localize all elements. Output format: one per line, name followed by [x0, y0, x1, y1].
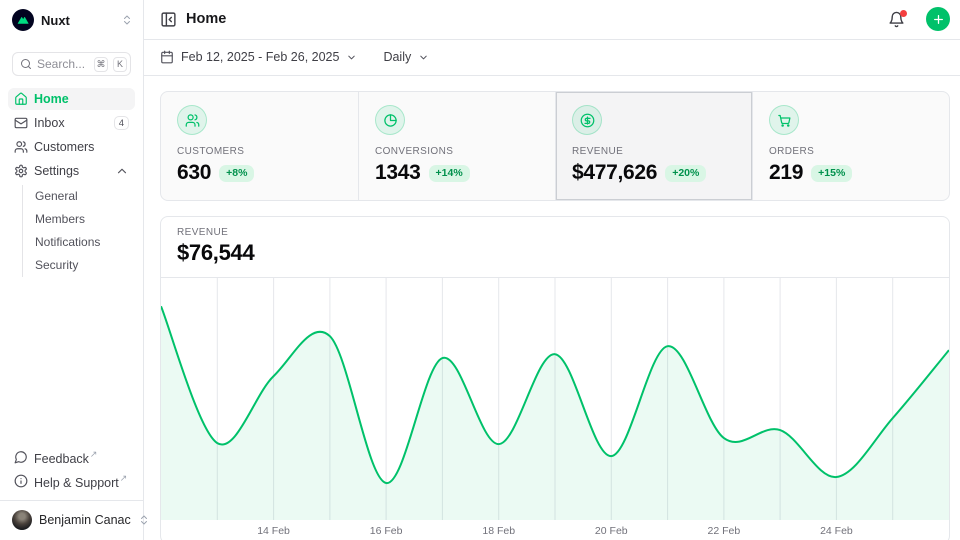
x-tick-label: 14 Feb: [257, 525, 290, 537]
feedback-link[interactable]: Feedback↗: [8, 446, 135, 468]
stat-label: ORDERS: [769, 146, 933, 157]
revenue-area-chart: [161, 278, 949, 520]
chevron-down-icon: [346, 52, 357, 63]
sidebar-item-inbox[interactable]: Inbox 4: [8, 112, 135, 134]
stat-card-revenue[interactable]: REVENUE $477,626 +20%: [555, 92, 752, 200]
sidebar-item-security[interactable]: Security: [23, 254, 135, 276]
x-tick-label: 18 Feb: [482, 525, 515, 537]
inbox-icon: [14, 116, 28, 130]
sidebar-item-label: Customers: [34, 140, 94, 154]
page-header: Home: [144, 0, 960, 40]
dashboard-content: CUSTOMERS 630 +8% CONVERSIONS 1343 +14%: [144, 76, 960, 540]
search-icon: [20, 58, 32, 70]
settings-subnav: General Members Notifications Security: [22, 185, 135, 277]
info-icon: [14, 474, 28, 488]
stat-card-customers[interactable]: CUSTOMERS 630 +8%: [161, 92, 358, 200]
x-tick-label: 22 Feb: [708, 525, 741, 537]
stat-delta-badge: +20%: [665, 165, 706, 182]
footer-link-label: Feedback↗: [34, 449, 97, 466]
period-select[interactable]: Daily: [383, 50, 429, 64]
stat-value: 630: [177, 161, 211, 185]
calendar-icon: [160, 50, 174, 64]
x-tick-label: 20 Feb: [595, 525, 628, 537]
page-title: Home: [186, 11, 879, 27]
sidebar-item-home[interactable]: Home: [8, 88, 135, 110]
notification-dot: [900, 10, 907, 17]
stat-label: CUSTOMERS: [177, 146, 342, 157]
panel-collapse-icon[interactable]: [160, 11, 177, 28]
stat-value: 219: [769, 161, 803, 185]
users-icon: [14, 140, 28, 154]
search-input[interactable]: [37, 57, 89, 71]
notifications-button[interactable]: [888, 11, 905, 28]
team-switcher[interactable]: Nuxt: [0, 0, 143, 39]
chevron-up-icon: [115, 164, 129, 178]
avatar: [12, 510, 32, 530]
stat-card-conversions[interactable]: CONVERSIONS 1343 +14%: [358, 92, 555, 200]
chat-bubble-icon: [14, 450, 28, 464]
search-box[interactable]: ⌘ K: [12, 52, 131, 76]
chevron-down-icon: [418, 52, 429, 63]
sidebar-footer: Feedback↗ Help & Support↗: [0, 446, 143, 500]
stat-label: CONVERSIONS: [375, 146, 539, 157]
stat-delta-badge: +14%: [429, 165, 470, 182]
chart-x-axis: 14 Feb 16 Feb 18 Feb 20 Feb 22 Feb 24 Fe…: [161, 520, 949, 540]
stat-value: $477,626: [572, 161, 657, 185]
chart-title: REVENUE: [177, 227, 933, 238]
sidebar-item-general[interactable]: General: [23, 185, 135, 207]
chart-current-value: $76,544: [177, 240, 933, 266]
app-window: Nuxt ⌘ K Home Inb: [0, 0, 960, 540]
user-name: Benjamin Canac: [39, 513, 131, 527]
conversions-pie-icon: [375, 105, 405, 135]
revenue-chart-card: REVENUE $76,544 14 Feb 16 Feb 18 Feb 20 …: [160, 216, 950, 540]
user-menu[interactable]: Benjamin Canac: [0, 500, 143, 540]
sidebar-item-members[interactable]: Members: [23, 208, 135, 230]
sidebar: Nuxt ⌘ K Home Inb: [0, 0, 144, 540]
chart-header: REVENUE $76,544: [161, 217, 949, 278]
kbd-k: K: [113, 57, 127, 72]
chevrons-up-down-icon: [121, 14, 133, 26]
add-button[interactable]: [926, 7, 950, 31]
sidebar-item-settings[interactable]: Settings: [8, 160, 135, 182]
sidebar-item-notifications[interactable]: Notifications: [23, 231, 135, 253]
external-link-icon: ↗: [120, 473, 128, 483]
x-tick-label: 24 Feb: [820, 525, 853, 537]
sidebar-nav: Home Inbox 4 Customers Sett: [0, 86, 143, 279]
main-area: Home Feb 12, 2025 - Feb 26, 2025: [144, 0, 960, 540]
period-label: Daily: [383, 50, 411, 64]
x-tick-label: 16 Feb: [370, 525, 403, 537]
date-range-picker[interactable]: Feb 12, 2025 - Feb 26, 2025: [160, 50, 357, 64]
stat-value: 1343: [375, 161, 421, 185]
brand-name: Nuxt: [41, 13, 114, 28]
plus-icon: [932, 13, 945, 26]
stat-delta-badge: +8%: [219, 165, 254, 182]
filters-toolbar: Feb 12, 2025 - Feb 26, 2025 Daily: [144, 40, 960, 77]
cart-icon: [769, 105, 799, 135]
sidebar-item-label: Home: [34, 92, 69, 106]
sidebar-item-label: Inbox: [34, 116, 65, 130]
stat-delta-badge: +15%: [811, 165, 852, 182]
dollar-circle-icon: [572, 105, 602, 135]
gear-icon: [14, 164, 28, 178]
stat-label: REVENUE: [572, 146, 736, 157]
help-support-link[interactable]: Help & Support↗: [8, 470, 135, 492]
external-link-icon: ↗: [90, 449, 98, 459]
stat-card-orders[interactable]: ORDERS 219 +15%: [752, 92, 949, 200]
date-range-label: Feb 12, 2025 - Feb 26, 2025: [181, 50, 339, 64]
nuxt-logo: [12, 9, 34, 31]
inbox-count-badge: 4: [114, 116, 129, 130]
kbd-cmd: ⌘: [94, 57, 108, 72]
home-icon: [14, 92, 28, 106]
stats-row: CUSTOMERS 630 +8% CONVERSIONS 1343 +14%: [160, 91, 950, 201]
sidebar-item-customers[interactable]: Customers: [8, 136, 135, 158]
sidebar-item-label: Settings: [34, 164, 79, 178]
customers-icon: [177, 105, 207, 135]
footer-link-label: Help & Support↗: [34, 473, 127, 490]
